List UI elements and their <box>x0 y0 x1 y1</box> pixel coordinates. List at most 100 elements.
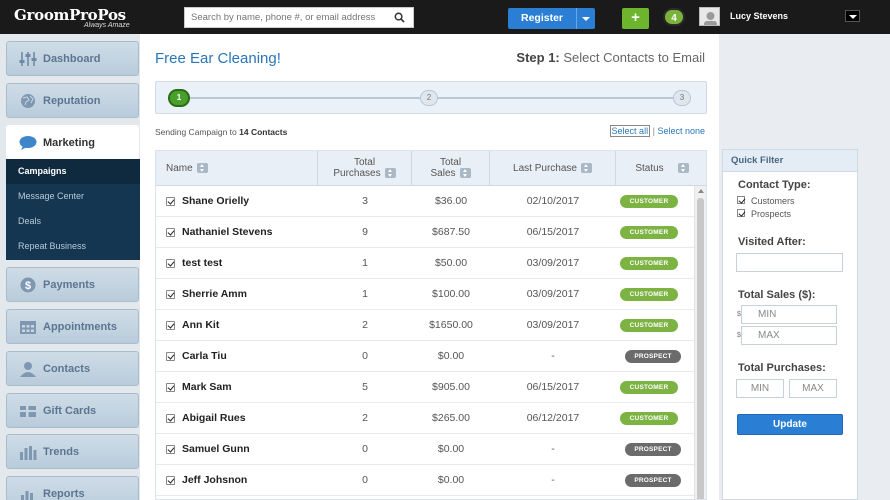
sidebar-item-appointments[interactable]: Appointments <box>6 309 139 344</box>
table-row[interactable]: Nathaniel Stevens 9 $687.50 06/15/2017 CUSTO… <box>156 217 696 248</box>
progress-stepper: 1 2 3 <box>155 81 707 114</box>
chat-bubble-icon <box>19 136 37 150</box>
column-header-sales[interactable]: Total Sales <box>412 151 490 186</box>
table-row[interactable]: Mark Sam 5 $905.00 06/15/2017 CUSTOMER <box>156 372 696 403</box>
table-row[interactable]: Samuel Gunn 0 $0.00 - PROSPECT <box>156 434 696 465</box>
sort-icon[interactable] <box>459 168 471 179</box>
contact-name: Ann Kit <box>182 319 220 331</box>
step-2-indicator: 2 <box>420 90 438 106</box>
row-checkbox[interactable] <box>166 352 175 361</box>
row-checkbox[interactable] <box>166 228 175 237</box>
table-header: Name Total Purchases Total Sales Last Pu… <box>156 151 706 186</box>
avatar[interactable] <box>699 7 720 26</box>
add-button[interactable]: + <box>622 8 649 29</box>
total-sales-label: Total Sales ($): <box>738 289 816 301</box>
submenu-item-campaigns[interactable]: Campaigns <box>6 159 140 184</box>
gift-card-icon <box>20 406 36 417</box>
search-icon[interactable] <box>394 12 405 23</box>
top-bar: GroomProPos Always Amaze Register + 4 Lu… <box>0 0 890 34</box>
table-row[interactable]: test test 1 $50.00 03/09/2017 CUSTOMER <box>156 248 696 279</box>
sidebar-item-label: Reputation <box>43 95 101 107</box>
contact-type-label: Contact Type: <box>738 179 811 191</box>
scroll-up-arrow[interactable] <box>698 189 704 193</box>
register-button[interactable]: Register <box>508 8 576 29</box>
purchases-min-input[interactable]: MIN <box>736 379 784 398</box>
row-checkbox[interactable] <box>166 383 175 392</box>
submenu-item-deals[interactable]: Deals <box>6 209 140 234</box>
search-box[interactable] <box>184 7 414 28</box>
marketing-submenu: Campaigns Message Center Deals Repeat Bu… <box>6 159 140 260</box>
table-row[interactable]: Carla Tiu 0 $0.00 - PROSPECT <box>156 341 696 372</box>
sort-icon[interactable] <box>196 163 208 174</box>
contact-name: Abigail Rues <box>182 412 246 424</box>
column-header-status[interactable]: Status <box>616 151 706 186</box>
notification-badge[interactable]: 4 <box>663 8 685 26</box>
sidebar-item-contacts[interactable]: Contacts <box>6 351 139 386</box>
user-menu-caret[interactable] <box>845 10 860 22</box>
sidebar-item-label: Gift Cards <box>43 405 97 417</box>
sidebar-item-trends[interactable]: Trends <box>6 434 139 469</box>
step-3-indicator: 3 <box>673 90 691 106</box>
submenu-item-message-center[interactable]: Message Center <box>6 184 140 209</box>
user-name[interactable]: Lucy Stevens <box>730 11 788 21</box>
table-row[interactable]: Ann Kit 2 $1650.00 03/09/2017 CUSTOMER <box>156 310 696 341</box>
sidebar-item-gift-cards[interactable]: Gift Cards <box>6 393 139 428</box>
row-checkbox[interactable] <box>166 445 175 454</box>
row-checkbox[interactable] <box>166 197 175 206</box>
table-row[interactable]: Shane Orielly 3 $36.00 02/10/2017 CUSTOMER <box>156 186 696 217</box>
row-checkbox[interactable] <box>166 321 175 330</box>
update-button[interactable]: Update <box>737 414 843 435</box>
sidebar-item-label: Dashboard <box>43 53 101 65</box>
register-dropdown-caret[interactable] <box>576 8 595 29</box>
sidebar-item-label: Marketing <box>43 137 95 149</box>
quick-filter-panel: Quick Filter Contact Type: Customers Pro… <box>722 149 858 500</box>
search-input[interactable] <box>185 8 385 27</box>
row-checkbox[interactable] <box>166 290 175 299</box>
sort-icon[interactable] <box>677 163 689 174</box>
sort-icon[interactable] <box>580 163 592 174</box>
column-header-purchases[interactable]: Total Purchases <box>318 151 412 186</box>
total-sales: $265.00 <box>432 412 470 424</box>
total-purchases: 3 <box>362 195 368 207</box>
sort-icon[interactable] <box>384 168 396 179</box>
report-chart-icon <box>21 491 33 500</box>
row-checkbox[interactable] <box>166 259 175 268</box>
last-purchase: 06/15/2017 <box>526 226 580 238</box>
column-label: Name <box>166 163 193 174</box>
total-purchases: 2 <box>362 319 368 331</box>
sidebar-item-reputation[interactable]: Reputation <box>6 83 139 118</box>
contact-name: Mark Sam <box>182 381 232 393</box>
column-header-last-purchase[interactable]: Last Purchase <box>490 151 616 186</box>
scroll-thumb[interactable] <box>697 198 704 499</box>
sidebar-item-label: Trends <box>43 446 80 458</box>
status-badge: CUSTOMER <box>620 288 678 301</box>
status-badge: CUSTOMER <box>620 381 678 394</box>
sidebar-item-dashboard[interactable]: Dashboard <box>6 41 139 76</box>
select-none-link[interactable]: Select none <box>657 126 705 136</box>
sidebar-item-payments[interactable]: $ Payments <box>6 267 139 302</box>
sidebar-item-marketing[interactable]: Marketing <box>6 125 139 160</box>
table-scrollbar[interactable] <box>694 186 706 499</box>
sales-min-input[interactable]: MIN <box>741 305 837 324</box>
sales-max-input[interactable]: MAX <box>741 326 837 345</box>
sidebar-item-reports[interactable]: Reports <box>6 476 139 500</box>
visited-after-input[interactable] <box>736 253 843 272</box>
purchases-max-input[interactable]: MAX <box>789 379 837 398</box>
table-row[interactable]: Jeff Johsnon 0 $0.00 - PROSPECT <box>156 465 696 496</box>
dollar-icon: $ <box>20 277 36 293</box>
user-avatar-icon <box>700 8 719 25</box>
total-purchases: 1 <box>362 288 368 300</box>
row-checkbox[interactable] <box>166 414 175 423</box>
total-purchases: 0 <box>362 443 368 455</box>
table-row[interactable]: Sherrie Amm 1 $100.00 03/09/2017 CUSTOMER <box>156 279 696 310</box>
prospects-checkbox[interactable] <box>737 209 745 217</box>
table-row[interactable]: Abigail Rues 2 $265.00 06/12/2017 CUSTOMER <box>156 403 696 434</box>
select-all-link[interactable]: Select all <box>609 125 651 137</box>
globe-icon <box>21 94 35 108</box>
contact-name: Sherrie Amm <box>182 288 247 300</box>
submenu-item-repeat-business[interactable]: Repeat Business <box>6 234 140 259</box>
row-checkbox[interactable] <box>166 476 175 485</box>
customers-checkbox[interactable] <box>737 196 745 204</box>
column-header-name[interactable]: Name <box>156 151 318 186</box>
column-label: Purchases <box>333 168 381 179</box>
